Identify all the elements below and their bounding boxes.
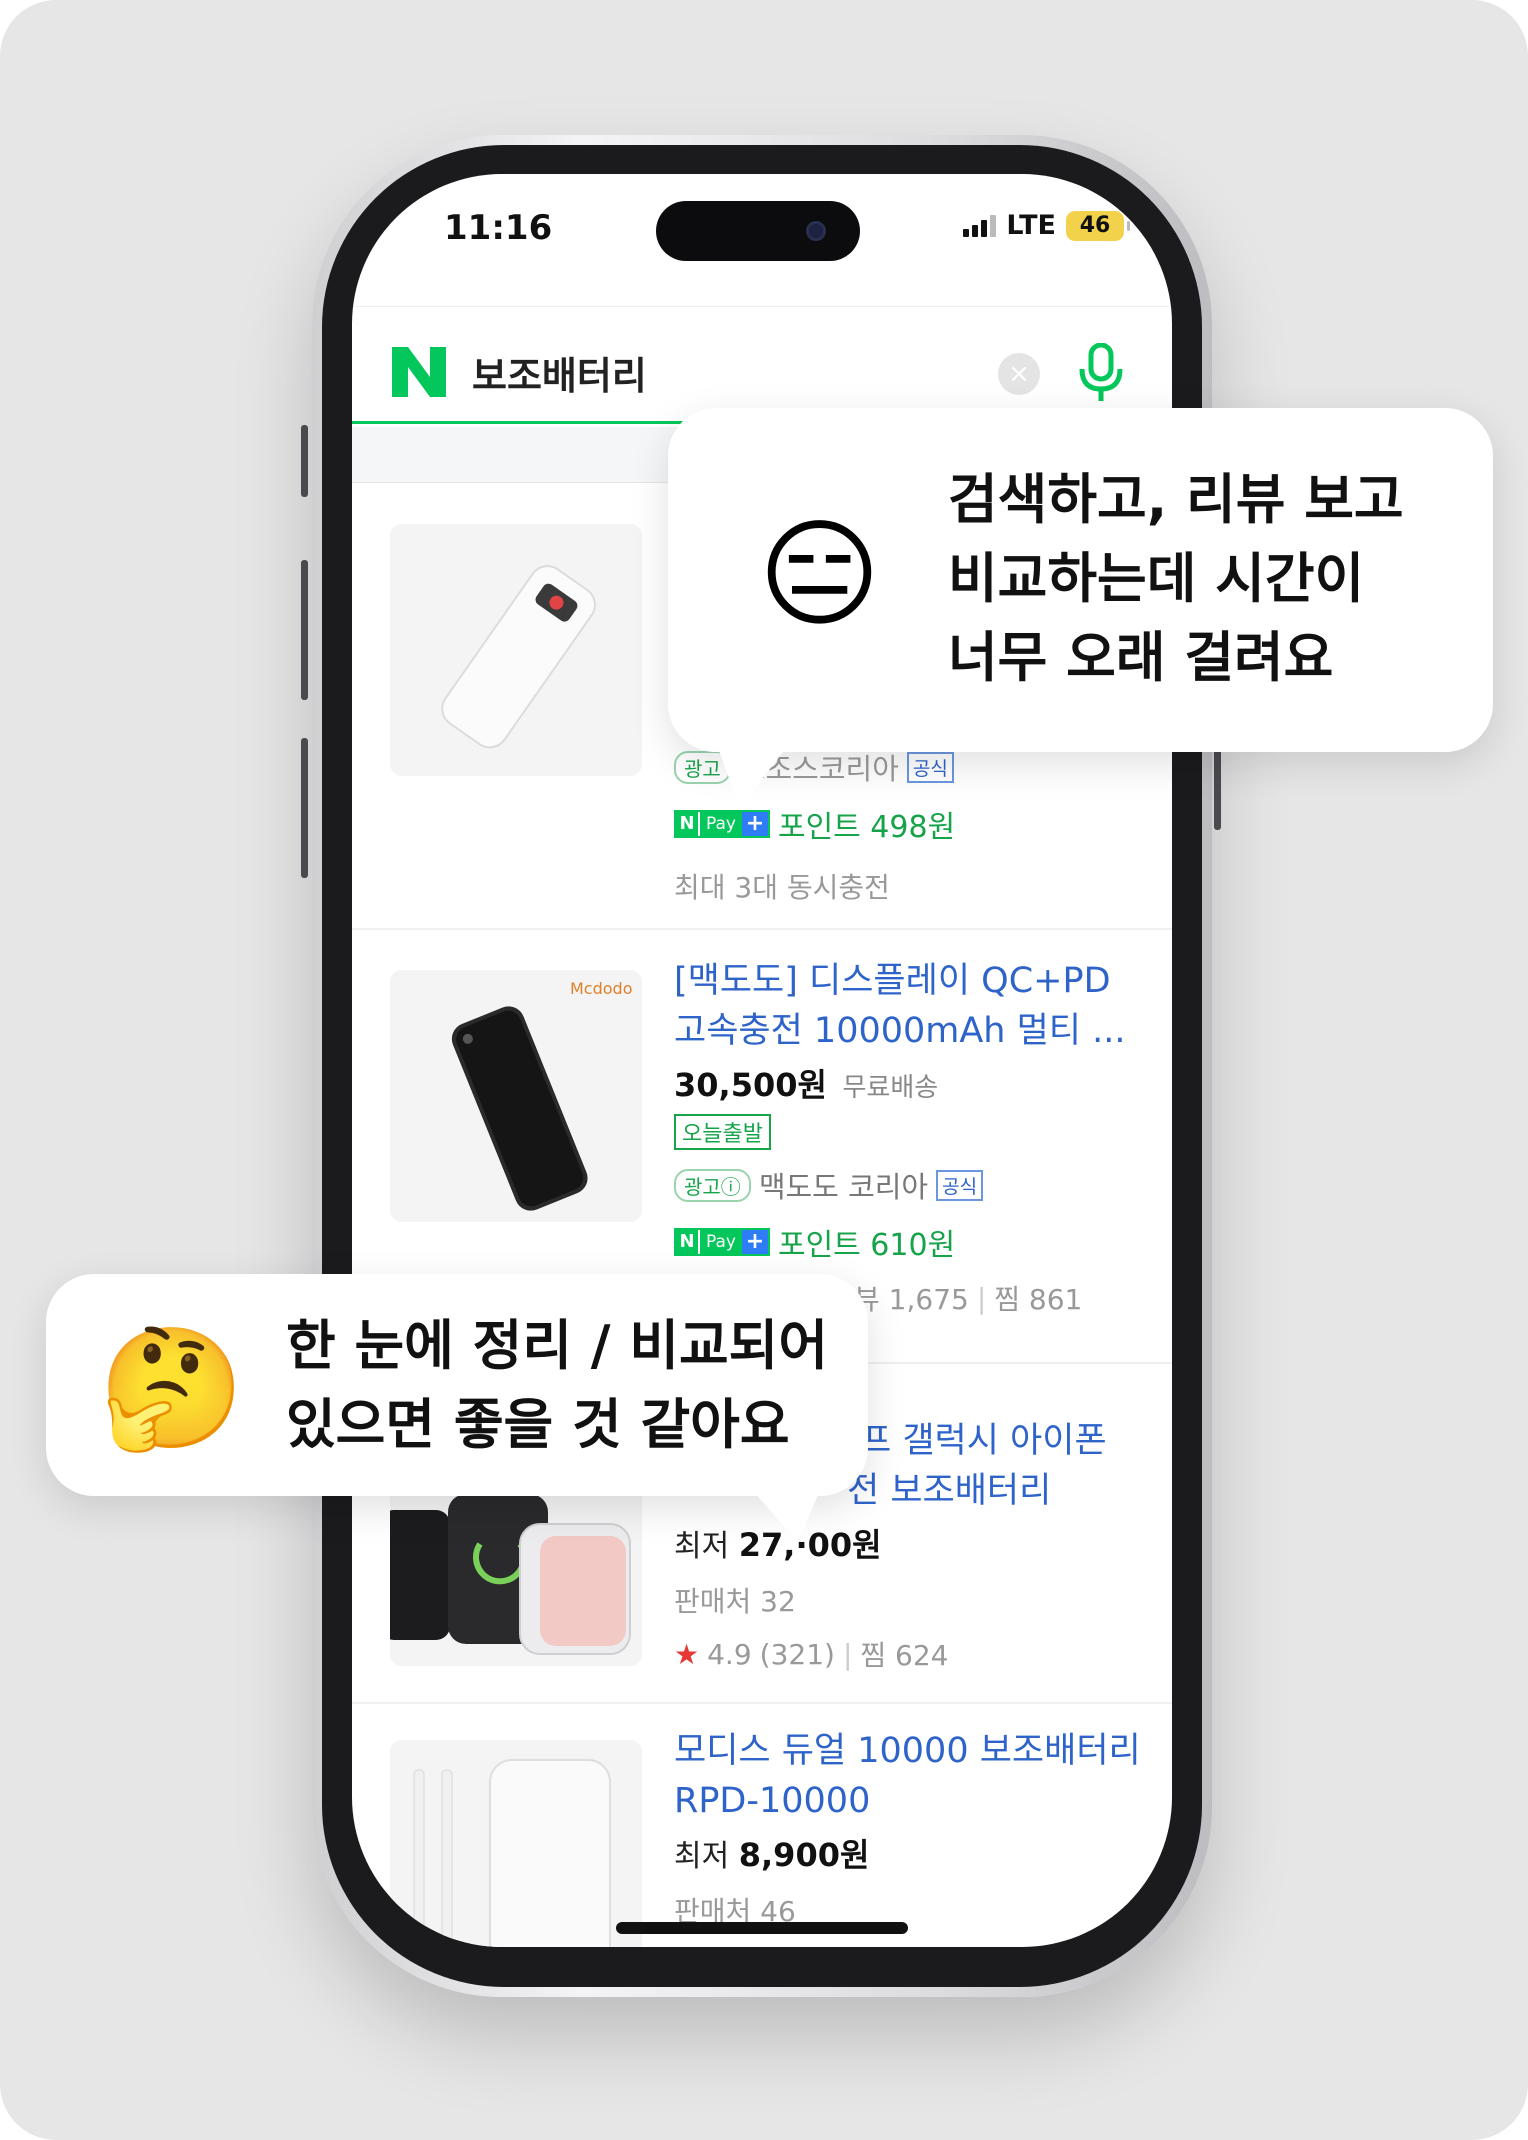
divider: | (842, 1637, 853, 1671)
expressionless-face-emoji: 😑 (758, 505, 882, 643)
product-image[interactable] (390, 524, 642, 776)
ad-badge[interactable]: 광고ⓘ (674, 1168, 751, 1202)
search-bar: 보조배터리 × (352, 306, 1172, 424)
product-image[interactable]: Mcdodo (390, 970, 642, 1222)
clear-search-icon[interactable]: × (998, 353, 1040, 395)
speech-bubble-tail (752, 1490, 820, 1542)
shipping-text: 무료배송 (842, 1073, 939, 1103)
today-shipping-badge: 오늘출발 (674, 1114, 771, 1150)
speech-bubble-tail (718, 748, 786, 808)
price-row: 최저 8,900원 (674, 1830, 1142, 1876)
rating-count: (321) (759, 1637, 835, 1671)
npay-pay-label: Pay (698, 812, 742, 836)
rating-value: 4.9 (707, 1637, 752, 1671)
review-count: 뷰 1,675 (854, 1283, 969, 1316)
npay-plus-icon: N Pay + (674, 810, 770, 838)
points-row: N Pay + 포인트 498원 (674, 802, 1142, 846)
product-image[interactable] (390, 1740, 642, 1947)
bubble-text-wish: 한 눈에 정리 / 비교되어 있으면 좋을 것 같아요 (286, 1314, 829, 1456)
npay-pay-label: Pay (698, 1230, 742, 1254)
product-title[interactable]: 모디스 듀얼 10000 보조배터리 (674, 1726, 1142, 1776)
wish-count: 찜 861 (994, 1283, 1083, 1316)
npay-plus-icon: N Pay + (674, 1228, 770, 1256)
npay-plus-label: + (741, 1230, 768, 1254)
points-row: N Pay + 포인트 610원 (674, 1220, 1142, 1264)
official-badge: 공식 (936, 1169, 984, 1201)
camera-icon (806, 221, 826, 241)
product-title-line2[interactable]: 고속충전 10000mAh 멀티 ... (674, 1006, 1142, 1056)
rating-row: ★ 4.9 (321) | 찜 624 (674, 1634, 1142, 1674)
product-price: 8,900원 (738, 1836, 870, 1874)
star-icon: ★ (674, 1637, 700, 1671)
wish-count: 찜 624 (860, 1639, 949, 1672)
product-title-line2[interactable]: RPD-10000 (674, 1776, 1142, 1826)
seller-count: 판매처 32 (674, 1585, 796, 1618)
dynamic-island (656, 201, 860, 261)
feature-text: 최대 3대 동시충전 (674, 871, 890, 904)
microphone-icon[interactable] (1076, 343, 1126, 403)
thinking-face-emoji: 🤔 (98, 1319, 245, 1457)
price-prefix: 최저 (674, 1529, 730, 1564)
official-badge: 공식 (906, 751, 954, 783)
status-time: 11:16 (444, 208, 553, 248)
product-title[interactable]: [맥도도] 디스플레이 QC+PD (674, 956, 1142, 1006)
bubble-text-complaint: 검색하고, 리뷰 보고 비교하는데 시간이 너무 오래 걸려요 (948, 468, 1404, 689)
battery-icon: 46 (1066, 210, 1130, 241)
signal-icon (963, 214, 997, 237)
price-row: 최저 27,·00원 (674, 1520, 1142, 1566)
brand-logo-text: Mcdodo (570, 979, 633, 998)
network-label: LTE (1006, 210, 1056, 241)
seller-name[interactable]: 맥도도 코리아 (759, 1164, 928, 1206)
product-item[interactable]: 모디스 듀얼 10000 보조배터리 RPD-10000 최저 8,900원 판… (352, 1704, 1172, 1947)
home-indicator (616, 1922, 908, 1934)
points-text: 포인트 610원 (777, 1228, 956, 1263)
seller-row: 광고ⓘ 맥도도 코리아 공식 (674, 1164, 1142, 1206)
product-price: 30,500원 (674, 1066, 827, 1104)
divider: | (976, 1281, 987, 1315)
phone-volume-down-button (301, 738, 308, 878)
npay-n-label: N (676, 1230, 698, 1254)
points-text: 포인트 498원 (777, 810, 956, 845)
phone-action-button (301, 425, 308, 497)
naver-logo-icon[interactable] (392, 347, 446, 397)
npay-plus-label: + (741, 812, 768, 836)
status-indicators: LTE 46 (963, 210, 1130, 241)
search-input[interactable]: 보조배터리 (472, 345, 647, 400)
price-row: 30,500원 무료배송 (674, 1060, 1142, 1106)
npay-n-label: N (676, 812, 698, 836)
phone-volume-up-button (301, 560, 308, 700)
price-prefix: 최저 (674, 1839, 730, 1874)
